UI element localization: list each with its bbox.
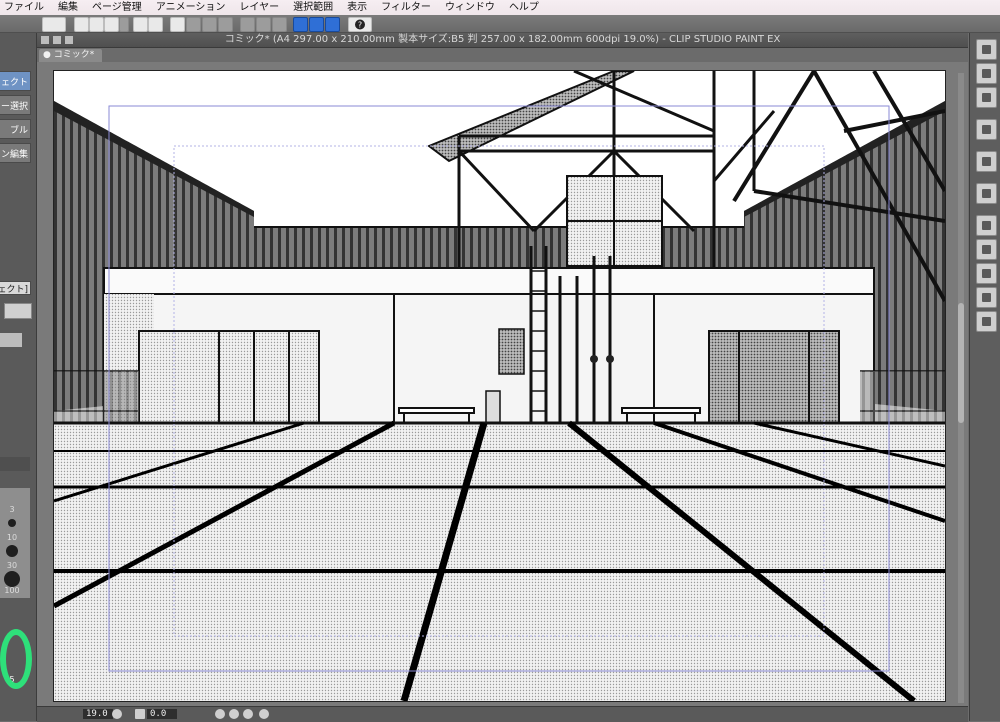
brush-size-3[interactable]: 3 <box>4 505 20 514</box>
tab-table[interactable]: ブル <box>0 119 31 139</box>
tab-comic-label: コミック* <box>53 50 95 60</box>
menu-help[interactable]: ヘルプ <box>502 0 546 15</box>
clip-studio-logo-icon[interactable] <box>42 17 66 32</box>
color-wheel[interactable] <box>0 629 32 689</box>
reset-rotation-icon[interactable] <box>243 709 253 719</box>
tab-object[interactable]: ェクト <box>0 71 31 91</box>
menu-window[interactable]: ウィンドウ <box>438 0 502 15</box>
brush-dot[interactable] <box>8 519 16 527</box>
rotate-right-icon[interactable] <box>229 709 239 719</box>
brush-size-30[interactable]: 30 <box>4 561 20 570</box>
tool-mesh-icon[interactable] <box>976 215 997 236</box>
invert-selection-icon[interactable] <box>256 17 271 32</box>
close-icon[interactable] <box>41 36 49 44</box>
save-icon[interactable] <box>104 17 119 32</box>
maximize-icon[interactable] <box>65 36 73 44</box>
clear-outside-icon[interactable] <box>186 17 201 32</box>
tab-comic[interactable]: ● コミック* <box>39 49 103 62</box>
document-window: コミック* (A4 297.00 x 210.00mm 製本サイズ:B5 判 2… <box>37 33 968 708</box>
redo-icon[interactable] <box>148 17 163 32</box>
manga-background-drawing <box>54 71 945 701</box>
tool-layer3-icon[interactable] <box>976 263 997 284</box>
brush-size-10[interactable]: 10 <box>4 533 20 542</box>
document-title: コミック* (A4 297.00 x 210.00mm 製本サイズ:B5 判 2… <box>224 34 781 45</box>
left-tool-panel: ェクト ー選択 ブル ン編集 ジェクト] 3 10 30 100 5 <box>0 33 37 721</box>
snap-special-ruler-icon[interactable] <box>309 17 324 32</box>
menu-animation[interactable]: アニメーション <box>149 0 233 15</box>
snap-grid-icon[interactable] <box>325 17 340 32</box>
menu-edit[interactable]: 編集 <box>51 0 85 15</box>
deselect-icon[interactable] <box>240 17 255 32</box>
menu-bar: ファイル 編集 ページ管理 アニメーション レイヤー 選択範囲 表示 フィルター… <box>0 0 1000 16</box>
fill-icon[interactable] <box>202 17 217 32</box>
rotation-field[interactable]: 0.0 <box>147 709 177 719</box>
status-bar: 19.0 0.0 <box>37 706 968 722</box>
search-field[interactable] <box>4 303 32 319</box>
command-bar: ? <box>0 15 1000 33</box>
open-file-icon[interactable] <box>89 17 104 32</box>
tool-layer-icon[interactable] <box>976 63 997 84</box>
menu-filter[interactable]: フィルター <box>374 0 438 15</box>
vertical-scrollbar[interactable] <box>958 73 964 703</box>
tab-line-edit[interactable]: ン編集 <box>0 143 31 163</box>
gear-icon[interactable] <box>0 457 30 471</box>
dropdown-select[interactable] <box>0 333 22 347</box>
fit-icon[interactable] <box>135 709 145 719</box>
menu-file[interactable]: ファイル <box>0 0 51 15</box>
menu-selection[interactable]: 選択範囲 <box>286 0 340 15</box>
document-tab-bar: ● コミック* <box>37 48 968 62</box>
tool-move-icon[interactable] <box>976 119 997 140</box>
menu-page[interactable]: ページ管理 <box>85 0 149 15</box>
clear-icon[interactable] <box>170 17 185 32</box>
tool-transform-icon[interactable] <box>976 183 997 204</box>
tool-layer2-icon[interactable] <box>976 87 997 108</box>
menu-layer[interactable]: レイヤー <box>232 0 286 15</box>
transform-icon[interactable] <box>218 17 233 32</box>
tool-zoom-icon[interactable] <box>976 39 997 60</box>
new-file-icon[interactable] <box>74 17 89 32</box>
rotate-left-icon[interactable] <box>215 709 225 719</box>
minimize-icon[interactable] <box>53 36 61 44</box>
show-selection-icon[interactable] <box>272 17 287 32</box>
help-icon[interactable]: ? <box>348 17 372 32</box>
zoom-field[interactable]: 19.0 <box>83 709 113 719</box>
zoom-stepper-icon[interactable] <box>112 709 122 719</box>
tab-layer-select[interactable]: ー選択 <box>0 95 31 115</box>
flip-icon[interactable] <box>259 709 269 719</box>
tool-arrow-icon[interactable] <box>976 311 997 332</box>
brush-dot[interactable] <box>4 571 20 587</box>
scroll-thumb[interactable] <box>958 303 964 423</box>
brush-size-100[interactable]: 100 <box>4 586 20 595</box>
undo-icon[interactable] <box>133 17 148 32</box>
save-dropdown-icon[interactable] <box>119 17 129 32</box>
brush-dot[interactable] <box>6 545 18 557</box>
right-toolbar <box>969 33 1000 721</box>
document-title-bar: コミック* (A4 297.00 x 210.00mm 製本サイズ:B5 判 2… <box>37 33 968 48</box>
tab-subtool-object[interactable]: ジェクト] <box>0 281 31 295</box>
svg-text:?: ? <box>358 21 362 30</box>
snap-ruler-icon[interactable] <box>293 17 308 32</box>
tool-ruler-icon[interactable] <box>976 287 997 308</box>
tool-image-icon[interactable] <box>976 239 997 260</box>
canvas[interactable] <box>53 70 946 702</box>
tool-select-icon[interactable] <box>976 151 997 172</box>
menu-view[interactable]: 表示 <box>340 0 374 15</box>
